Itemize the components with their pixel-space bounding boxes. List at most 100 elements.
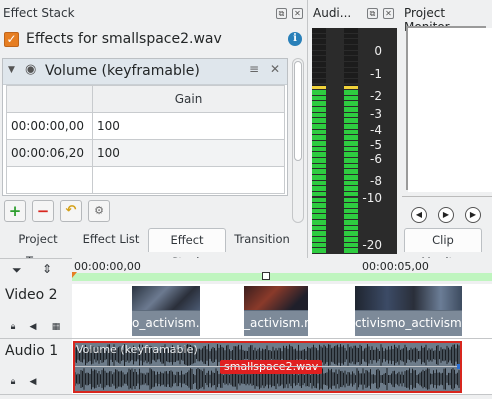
gain-column-header: Gain [92, 85, 285, 113]
audio-meter-display: 0 -1 -2 -3 -4 -5 -6 -8 -10 -20 [312, 28, 397, 254]
meter-scale-label: -3 [370, 107, 382, 121]
keyframe-time[interactable]: 00:00:00,00 [6, 112, 93, 140]
audio-icon[interactable]: ◀ [28, 322, 38, 332]
tab-effect-list[interactable]: Effect List [76, 228, 146, 252]
clip-thumbnail [355, 286, 462, 310]
rewind-icon[interactable]: ◀ [411, 207, 427, 223]
effect-header[interactable]: ▼ ◉ Volume (keyframable) ≡ ✕ [3, 59, 287, 85]
lock-icon[interactable]: 🔒︎ [8, 322, 18, 332]
effect-scrollbar[interactable] [292, 58, 304, 223]
meter-peak [344, 86, 358, 90]
meter-segment [344, 129, 358, 135]
tab-effect-stack[interactable]: Effect Stack [148, 228, 226, 269]
keyframe-gain[interactable]: 100 [92, 139, 285, 167]
zone-bar[interactable] [72, 273, 492, 281]
add-keyframe-button[interactable]: + [4, 200, 26, 222]
collapse-arrow-icon[interactable]: ▼ [8, 65, 15, 75]
video-clip[interactable]: _activism.m [244, 286, 308, 336]
meter-segment [312, 141, 326, 146]
forward-icon[interactable]: ▶ [465, 207, 481, 223]
meter-segment [312, 95, 326, 101]
meter-segment [344, 101, 358, 107]
keyframe-settings-icon[interactable]: ⚙ [88, 200, 110, 222]
clip-effect-label: Volume (keyframable) [76, 343, 198, 356]
track-header-video-2[interactable]: Video 2 🔒︎ ◀ ▦ [0, 284, 72, 339]
meter-segment [312, 28, 326, 33]
keyframe-gain[interactable]: 100 [92, 112, 285, 140]
meter-segment [344, 28, 358, 33]
clip-label: o_activism.m [132, 311, 200, 336]
clip-label: ctivismo_activism.m [355, 311, 462, 336]
effect-name: Volume (keyframable) [45, 63, 200, 79]
delete-keyframe-button[interactable]: − [32, 200, 54, 222]
meter-segment [312, 39, 326, 44]
video-icon[interactable]: ▦ [50, 322, 62, 332]
meter-segment [312, 186, 326, 191]
meter-scale-label: -20 [362, 238, 382, 252]
meter-segment [312, 152, 326, 157]
timeline-ruler[interactable]: 00:00:00,00 00:00:05,00 [72, 258, 492, 284]
meter-segment [344, 163, 358, 169]
empty-row [92, 166, 285, 194]
meter-right-channel [344, 28, 358, 254]
keyframe-handle[interactable] [457, 364, 460, 369]
audio-clip[interactable]: Volume (keyframable) smallspace2.wav [73, 341, 462, 393]
track-height-icon[interactable]: ⇕ [42, 262, 52, 276]
tab-transition[interactable]: Transition [228, 228, 296, 252]
effect-menu-icon[interactable]: ≡ [249, 62, 259, 76]
meter-segment [312, 214, 326, 220]
volume-line[interactable] [75, 366, 460, 367]
meter-segment [344, 152, 358, 157]
info-icon[interactable]: i [288, 32, 302, 46]
reset-icon[interactable]: ↶ [60, 200, 82, 222]
monitor-ruler[interactable] [402, 196, 492, 206]
effect-stack-panel: Effect Stack ⧉ ✕ ✓ Effects for smallspac… [0, 0, 308, 269]
tab-clip-monitor[interactable]: Clip Monitor [404, 228, 482, 269]
float-icon[interactable]: ⧉ [367, 8, 378, 19]
tab-project-tree[interactable]: Project Tree [2, 228, 74, 268]
track-header-audio-1[interactable]: Audio 1 🔒︎ ◀ [0, 339, 72, 395]
meter-segment [344, 107, 358, 112]
zoom-fit-icon[interactable]: ⏷ [12, 263, 22, 278]
eye-icon[interactable]: ◉ [25, 62, 36, 77]
scroll-thumb[interactable] [294, 61, 302, 161]
audio-icon[interactable]: ◀ [28, 377, 38, 387]
meter-segment [344, 174, 358, 180]
playhead-marker[interactable] [72, 272, 77, 278]
meter-peak [312, 86, 326, 90]
track-name: Audio 1 [5, 343, 59, 359]
close-icon[interactable]: ✕ [383, 8, 394, 19]
meter-segment [312, 197, 326, 203]
empty-row [6, 166, 93, 194]
lock-icon[interactable]: 🔒︎ [8, 377, 18, 387]
meter-segment [312, 231, 326, 237]
keyframe-time[interactable]: 00:00:06,20 [6, 139, 93, 167]
effect-delete-icon[interactable]: ✕ [270, 62, 280, 76]
meter-segment [312, 208, 326, 214]
meter-segment [312, 112, 326, 118]
meter-segment [344, 141, 358, 146]
time-column-header [6, 85, 93, 113]
ruler-marker[interactable] [262, 272, 270, 280]
effect-stack-title: Effect Stack [3, 6, 75, 20]
float-icon[interactable]: ⧉ [276, 8, 287, 19]
meter-segment [344, 95, 358, 101]
meter-segment [312, 50, 326, 56]
ruler-mid-label: 00:00:05,00 [362, 260, 429, 273]
meter-segment [312, 203, 326, 208]
monitor-video[interactable] [408, 28, 492, 192]
play-icon[interactable]: ▶ [438, 207, 454, 223]
meter-segment [344, 231, 358, 237]
video-clip[interactable]: o_activism.m [132, 286, 200, 336]
meter-segment [312, 220, 326, 225]
clip-name-badge: smallspace2.wav [220, 360, 323, 374]
effects-enable-checkbox[interactable]: ✓ [4, 32, 19, 47]
meter-segment [344, 50, 358, 56]
close-icon[interactable]: ✕ [292, 8, 303, 19]
meter-segment [344, 237, 358, 242]
meter-segment [344, 191, 358, 197]
clip-thumbnail [132, 286, 200, 310]
meter-segment [312, 242, 326, 248]
meter-segment [312, 146, 326, 152]
video-clip[interactable]: ctivismo_activism.m [355, 286, 462, 336]
